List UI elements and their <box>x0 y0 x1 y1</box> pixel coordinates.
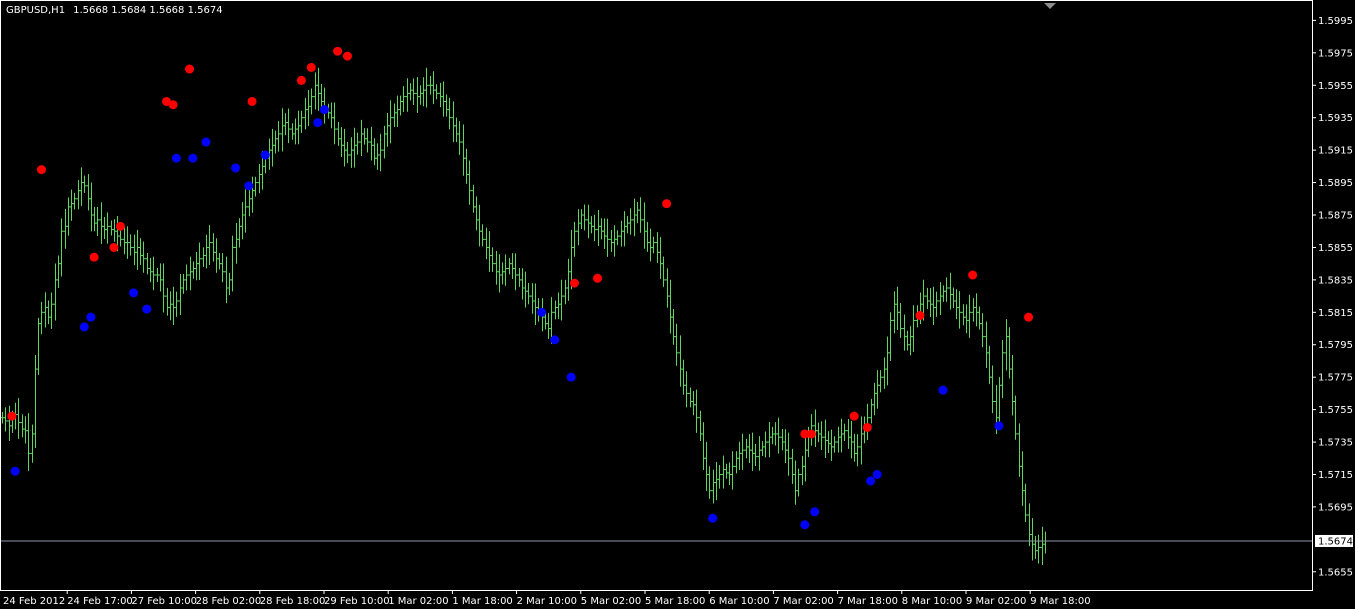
price-tick-label: 1.5895 <box>1318 178 1353 189</box>
time-tick-label: 28 Feb 02:00 <box>196 596 262 607</box>
chart-background <box>0 0 1355 609</box>
price-tick-label: 1.5975 <box>1318 48 1353 59</box>
price-tick-label: 1.5875 <box>1318 211 1353 222</box>
time-tick-label: 7 Mar 18:00 <box>838 596 898 607</box>
price-tick-label: 1.5935 <box>1318 113 1353 124</box>
fractal-up-marker <box>849 411 859 421</box>
time-tick-label: 1 Mar 02:00 <box>388 596 448 607</box>
fractal-down-marker <box>800 520 810 530</box>
time-tick-label: 5 Mar 18:00 <box>645 596 705 607</box>
time-tick-label: 6 Mar 10:00 <box>709 596 769 607</box>
fractal-down-marker <box>566 372 576 382</box>
time-tick-label: 7 Mar 02:00 <box>773 596 833 607</box>
time-tick-label: 29 Feb 10:00 <box>324 596 390 607</box>
fractal-down-marker <box>550 335 560 345</box>
fractal-up-marker <box>862 422 872 432</box>
time-tick-label: 2 Mar 10:00 <box>517 596 577 607</box>
fractal-up-marker <box>342 51 352 61</box>
fractal-down-marker <box>994 421 1004 431</box>
fractal-up-marker <box>109 242 119 252</box>
price-tick-label: 1.5955 <box>1318 81 1353 92</box>
fractal-up-marker <box>296 75 306 85</box>
fractal-up-marker <box>89 252 99 262</box>
fractal-down-marker <box>79 322 89 332</box>
price-tick-label: 1.5735 <box>1318 438 1353 449</box>
price-tick-label: 1.5695 <box>1318 502 1353 513</box>
fractal-down-marker <box>810 507 820 517</box>
time-tick-label: 5 Mar 02:00 <box>581 596 641 607</box>
time-tick-label: 9 Mar 02:00 <box>966 596 1026 607</box>
time-tick-label: 24 Feb 17:00 <box>67 596 133 607</box>
fractal-up-marker <box>1024 312 1034 322</box>
fractal-up-marker <box>36 165 46 175</box>
fractal-down-marker <box>244 181 254 191</box>
time-tick-label: 28 Feb 18:00 <box>260 596 326 607</box>
price-tick-label: 1.5815 <box>1318 308 1353 319</box>
fractal-down-marker <box>708 513 718 523</box>
fractal-down-marker <box>86 312 96 322</box>
chart-symbol: GBPUSD,H1 1.5668 1.5684 1.5668 1.5674 <box>6 5 223 16</box>
price-tick-label: 1.5655 <box>1318 567 1353 578</box>
fractal-down-marker <box>231 163 241 173</box>
fractal-up-marker <box>185 64 195 74</box>
fractal-down-marker <box>188 153 198 163</box>
fractal-up-marker <box>569 278 579 288</box>
fractal-up-marker <box>333 46 343 56</box>
price-tick-label: 1.5715 <box>1318 470 1353 481</box>
price-tick-label: 1.5995 <box>1318 16 1353 27</box>
fractal-up-marker <box>168 100 178 110</box>
fractal-down-marker <box>142 304 152 314</box>
fractal-down-marker <box>319 105 329 115</box>
price-tick-label: 1.5755 <box>1318 405 1353 416</box>
fractal-down-marker <box>872 469 882 479</box>
fractal-down-marker <box>866 476 876 486</box>
time-tick-label: 8 Mar 10:00 <box>902 596 962 607</box>
fractal-down-marker <box>537 307 547 317</box>
fractal-down-marker <box>129 288 139 298</box>
current-price-tag: 1.5674 <box>1315 534 1353 547</box>
price-tick-label: 1.5835 <box>1318 275 1353 286</box>
fractal-up-marker <box>7 411 17 421</box>
time-tick-label: 9 Mar 18:00 <box>1030 596 1090 607</box>
fractal-up-marker <box>806 429 816 439</box>
price-tick-label: 1.5855 <box>1318 243 1353 254</box>
price-tick-label: 1.5795 <box>1318 340 1353 351</box>
price-chart[interactable]: 1.5995 1.5975 1.5955 1.5935 1.5915 1.5895 1.58… <box>0 0 1355 609</box>
fractal-up-marker <box>115 221 125 231</box>
fractal-up-marker <box>662 199 672 209</box>
fractal-up-marker <box>247 96 257 106</box>
fractal-down-marker <box>171 153 181 163</box>
fractal-down-marker <box>260 150 270 160</box>
time-tick-label: 24 Feb 2012 <box>3 596 65 607</box>
fractal-up-marker <box>915 311 925 321</box>
current-price-label: 1.5674 <box>1318 536 1353 547</box>
time-tick-label: 1 Mar 18:00 <box>452 596 512 607</box>
price-tick-label: 1.5775 <box>1318 373 1353 384</box>
fractal-down-marker <box>938 385 948 395</box>
fractal-down-marker <box>313 118 323 128</box>
fractal-up-marker <box>306 62 316 72</box>
fractal-down-marker <box>10 466 20 476</box>
fractal-down-marker <box>201 137 211 147</box>
time-tick-label: 27 Feb 10:00 <box>131 596 197 607</box>
fractal-up-marker <box>968 270 978 280</box>
fractal-up-marker <box>593 273 603 283</box>
price-tick-label: 1.5915 <box>1318 146 1353 157</box>
